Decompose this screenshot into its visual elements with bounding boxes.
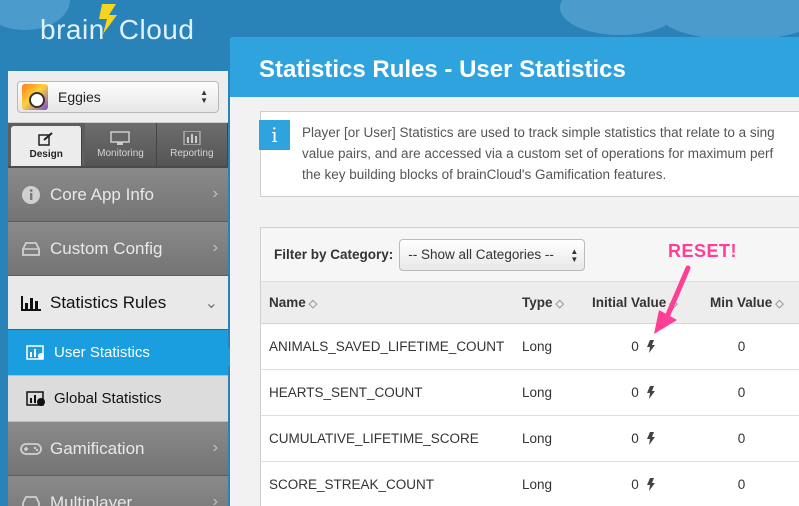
stat-name: HEARTS_SENT_COUNT	[261, 369, 514, 416]
sidebar: Eggies ▲ ▼ Design Monitoring Reporting C…	[8, 71, 228, 506]
info-line: Player [or User] Statistics are used to …	[302, 125, 775, 140]
sidebar-item-label: Core App Info	[50, 184, 154, 204]
app-selector: Eggies ▲ ▼	[8, 71, 228, 123]
sidebar-item-label: Multiplayer	[50, 492, 133, 506]
monitor-icon	[110, 130, 131, 145]
statistics-table-panel: Filter by Category: -- Show all Categori…	[260, 227, 799, 506]
stat-min-value: 0	[702, 323, 799, 370]
sort-icon: ◇	[308, 297, 318, 310]
app-select[interactable]: Eggies ▲ ▼	[17, 81, 219, 113]
info-line: the key building blocks of brainCloud's …	[302, 167, 667, 182]
info-box: i Player [or User] Statistics are used t…	[259, 111, 799, 197]
stat-type: Long	[514, 323, 584, 370]
user-chart-icon	[26, 344, 48, 362]
sort-icon: ◇	[775, 297, 784, 310]
sort-icon: ◇	[555, 297, 564, 310]
tab-reporting-label: Reporting	[170, 147, 214, 159]
stat-name: CUMULATIVE_LIFETIME_SCORE	[261, 415, 514, 462]
sidebar-item-custom-config[interactable]: Custom Config ›	[8, 222, 228, 276]
table-header-row: Name◇ Type◇ Initial Value◇ Min Value◇	[261, 282, 799, 324]
background-cloud	[660, 0, 799, 40]
stat-min-value: 0	[702, 369, 799, 416]
chevron-right-icon: ›	[212, 439, 218, 456]
stat-initial-value: 0	[584, 415, 702, 462]
stat-type: Long	[514, 369, 584, 416]
sidebar-item-multiplayer[interactable]: Multiplayer ›	[8, 476, 228, 506]
sidebar-item-label: Statistics Rules	[50, 292, 167, 312]
app-name: Eggies	[58, 89, 101, 105]
tab-design[interactable]: Design	[11, 126, 83, 166]
sidebar-item-global-statistics[interactable]: Global Statistics	[8, 376, 228, 422]
stat-name: ANIMALS_SAVED_LIFETIME_COUNT	[261, 323, 514, 370]
tab-reporting[interactable]: Reporting	[156, 123, 228, 166]
tab-design-label: Design	[29, 149, 63, 160]
select-arrows-icon: ▲ ▼	[200, 88, 208, 105]
sidebar-item-gamification[interactable]: Gamification ›	[8, 422, 228, 476]
table-row[interactable]: ANIMALS_SAVED_LIFETIME_COUNT Long 0 0	[261, 323, 799, 370]
stat-min-value: 0	[702, 461, 799, 506]
table-row[interactable]: CUMULATIVE_LIFETIME_SCORE Long 0 0	[261, 415, 799, 462]
sidebar-item-label: Custom Config	[50, 238, 163, 258]
sidebar-item-statistics-rules[interactable]: Statistics Rules ⌄	[8, 276, 228, 330]
stat-initial-value: 0	[584, 461, 702, 506]
info-icon: i	[259, 120, 290, 150]
column-header-name[interactable]: Name ◇	[261, 282, 514, 324]
app-avatar	[22, 84, 48, 110]
column-header-type[interactable]: Type ◇	[514, 282, 584, 324]
mode-tabs: Design Monitoring Reporting	[8, 123, 228, 168]
sidebar-item-label: Gamification	[50, 438, 145, 458]
info-circle-icon	[20, 184, 42, 206]
drive-icon	[20, 238, 42, 260]
sidebar-item-label: Global Statistics	[54, 390, 162, 407]
stat-type: Long	[514, 415, 584, 462]
table-row[interactable]: HEARTS_SENT_COUNT Long 0 0	[261, 369, 799, 416]
bolt-icon	[99, 4, 117, 34]
global-chart-icon	[26, 390, 48, 408]
pencil-icon	[38, 132, 53, 146]
sidebar-item-core-app-info[interactable]: Core App Info ›	[8, 168, 228, 222]
chevron-right-icon: ›	[212, 239, 218, 256]
page-title: Statistics Rules - User Statistics	[230, 37, 799, 97]
sidebar-item-user-statistics[interactable]: User Statistics	[8, 330, 228, 376]
reset-annotation-label: RESET!	[668, 241, 738, 261]
stat-initial-value: 0	[584, 369, 702, 416]
tab-monitoring[interactable]: Monitoring	[85, 123, 157, 166]
stat-name: SCORE_STREAK_COUNT	[261, 461, 514, 506]
bar-chart-icon	[183, 130, 201, 145]
chevron-right-icon: ›	[212, 493, 218, 506]
chevron-right-icon: ›	[212, 185, 218, 202]
column-header-min-value[interactable]: Min Value ◇	[702, 282, 799, 324]
stat-min-value: 0	[702, 415, 799, 462]
sidebar-item-label: User Statistics	[54, 344, 150, 361]
category-filter-value: -- Show all Categories --	[408, 247, 554, 262]
table-row[interactable]: SCORE_STREAK_COUNT Long 0 0	[261, 461, 799, 506]
reset-annotation-arrow-icon	[654, 265, 691, 334]
reset-bolt-icon[interactable]	[646, 477, 655, 491]
chevron-down-icon: ⌄	[204, 295, 218, 312]
info-line: value pairs, and are accessed via a cust…	[302, 146, 774, 161]
stat-type: Long	[514, 461, 584, 506]
filter-label: Filter by Category:	[274, 247, 394, 262]
info-text: Player [or User] Statistics are used to …	[290, 112, 775, 196]
select-arrows-icon: ▲ ▼	[570, 246, 579, 264]
reset-bolt-icon[interactable]	[646, 385, 655, 399]
reset-bolt-icon[interactable]	[646, 339, 655, 353]
gamepad-icon	[20, 438, 42, 460]
main-panel: Statistics Rules - User Statistics i Pla…	[230, 37, 799, 506]
bar-chart-icon	[20, 292, 42, 314]
reset-bolt-icon[interactable]	[646, 431, 655, 445]
category-filter-select[interactable]: -- Show all Categories -- ▲ ▼	[399, 238, 586, 271]
statistics-table: Name◇ Type◇ Initial Value◇ Min Value◇ AN…	[261, 282, 799, 506]
tab-monitoring-label: Monitoring	[97, 147, 144, 159]
drive-icon	[20, 492, 42, 506]
